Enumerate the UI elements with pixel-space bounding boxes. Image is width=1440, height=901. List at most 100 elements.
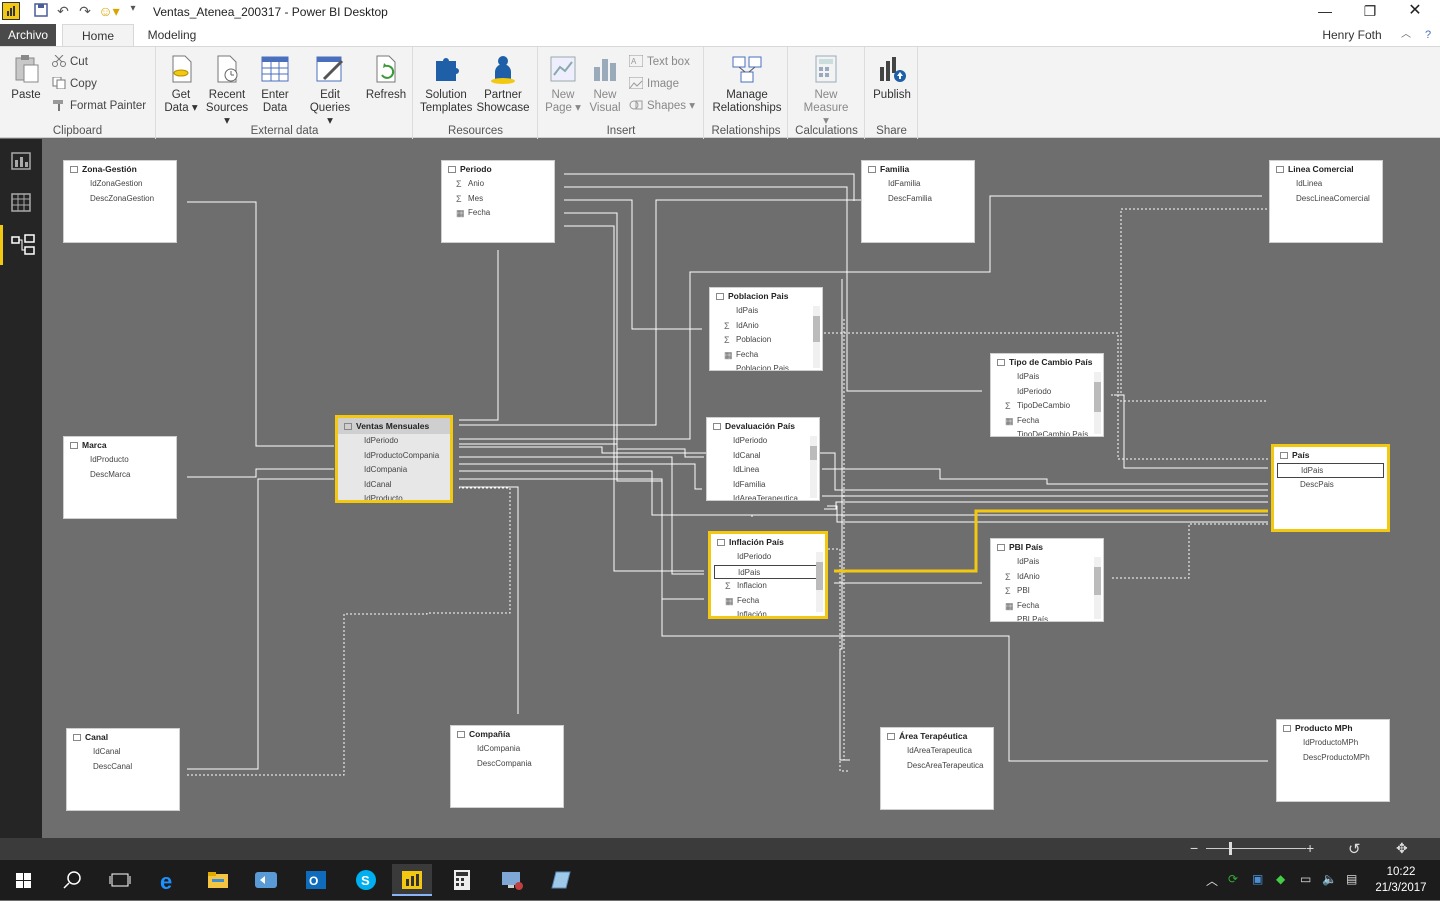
table-field[interactable]: IdCanal [707,449,819,464]
table-scrollbar[interactable] [810,436,817,498]
tray-app-icon[interactable]: ◆ [1276,872,1285,886]
table-field[interactable]: DescMarca [64,468,176,483]
table-inflacion-pais[interactable]: Inflación País IdPeriodo IdPais Σ Inflaci… [708,531,828,619]
help-icon[interactable]: ? [1420,24,1436,46]
table-field[interactable]: IdCanal [67,745,179,760]
reset-layout-icon[interactable]: ↺ [1348,840,1366,858]
minimize-button[interactable]: — [1302,0,1348,24]
table-scrollbar[interactable] [816,552,823,612]
redo-icon[interactable]: ↷ [76,3,94,21]
powerbi-taskbar-icon[interactable] [392,864,432,896]
new-page-button[interactable]: New Page ▾ [543,53,583,115]
table-field[interactable]: IdAreaTerapeutica [707,492,819,500]
table-field[interactable]: Poblacion Pais [710,362,822,370]
remote-app-icon[interactable] [246,864,286,896]
table-scrollbar[interactable] [1094,372,1101,434]
tab-modeling[interactable]: Modeling [140,24,204,46]
copy-button[interactable]: Copy [52,75,97,93]
table-periodo[interactable]: Periodo Σ Anio Σ Mes ▦ Fecha [441,160,555,243]
new-measure-button[interactable]: New Measure ▾ [801,53,851,128]
table-field-selected[interactable]: IdPais [1277,463,1384,478]
table-poblacion-pais[interactable]: Poblacion Pais IdPais Σ IdAnio Σ Poblacion… [709,287,823,371]
table-field-selected[interactable]: IdPais [714,564,822,579]
table-tipo-de-cambio-pais[interactable]: Tipo de Cambio País IdPais IdPeriodo Σ Ti… [990,353,1104,437]
notepad-app-icon[interactable] [540,864,580,896]
partner-showcase-button[interactable]: Partner Showcase [476,53,530,115]
table-field[interactable]: IdPais [710,304,822,319]
table-field[interactable]: IdPeriodo [991,385,1103,400]
table-field[interactable]: TipoDeCambio País [991,428,1103,436]
smiley-feedback-icon[interactable]: ☺▾ [98,3,120,21]
table-field[interactable]: IdCompania [338,463,450,478]
table-field[interactable]: Σ PBI [991,584,1103,599]
fit-to-screen-icon[interactable]: ✥ [1396,840,1414,857]
tray-sync-icon[interactable]: ⟳ [1228,872,1238,886]
table-field[interactable]: DescZonaGestion [64,192,176,207]
task-view-icon[interactable] [100,864,140,896]
table-field[interactable]: IdZonaGestion [64,177,176,192]
table-field[interactable]: DescCanal [67,760,179,775]
table-field[interactable]: IdPeriodo [338,434,450,449]
table-field[interactable]: DescProductoMPh [1277,751,1389,766]
table-field[interactable]: DescAreaTerapeutica [881,759,993,774]
edge-browser-icon[interactable]: e [150,864,190,896]
table-field[interactable]: ▦ Fecha [711,594,825,609]
table-scrollbar[interactable] [1094,557,1101,619]
format-painter-button[interactable]: Format Painter [52,97,146,115]
windows-start-icon[interactable] [4,864,44,896]
tab-home[interactable]: Home [62,24,134,47]
table-field[interactable]: IdPeriodo [707,434,819,449]
refresh-button[interactable]: Refresh [363,53,409,102]
recent-sources-button[interactable]: Recent Sources ▾ [203,53,251,128]
image-button[interactable]: Image [628,75,679,93]
enter-data-button[interactable]: Enter Data [255,53,295,115]
table-field[interactable]: ▦ Fecha [991,599,1103,614]
table-field[interactable]: IdProducto [338,492,450,500]
table-field[interactable]: IdAreaTerapeutica [881,744,993,759]
table-compania[interactable]: Compañía IdCompania DescCompania [450,725,564,808]
tray-outlook-icon[interactable]: ▣ [1252,872,1263,886]
action-center-icon[interactable]: ▤ [1346,872,1357,886]
clock[interactable]: 10:22 21/3/2017 [1370,864,1432,896]
table-linea-comercial[interactable]: Linea Comercial IdLinea DescLineaComerci… [1269,160,1383,243]
customize-qat-icon[interactable]: ▾ [126,3,140,21]
table-field[interactable]: DescFamilia [862,192,974,207]
table-field[interactable]: ▦ Fecha [442,206,554,221]
zoom-slider[interactable] [1206,848,1306,849]
report-view-icon[interactable] [0,141,42,181]
table-field[interactable]: DescLineaComercial [1270,192,1382,207]
table-field[interactable]: Σ Inflacion [711,579,825,594]
table-field[interactable]: Σ Poblacion [710,333,822,348]
table-field[interactable]: DescCompania [451,757,563,772]
solution-templates-button[interactable]: Solution Templates [420,53,472,115]
table-field[interactable]: IdPeriodo [711,550,825,565]
paste-button[interactable]: Paste [6,53,46,102]
table-ventas-mensuales[interactable]: Ventas Mensuales IdPeriodo IdProductoCom… [335,415,453,503]
table-pbi-pais[interactable]: PBI País IdPais Σ IdAnio Σ PBI ▦ Fecha PBI … [990,538,1104,622]
table-field[interactable]: DescPais [1274,478,1387,493]
cut-button[interactable]: Cut [52,53,88,71]
user-name[interactable]: Henry Foth [1312,24,1392,46]
publish-button[interactable]: Publish [868,53,916,102]
get-data-button[interactable]: Get Data ▾ [161,53,201,115]
search-icon[interactable] [52,864,92,896]
calculator-taskbar-icon[interactable] [442,864,482,896]
tray-chevron-icon[interactable]: ︿ [1206,872,1218,889]
tab-archivo[interactable]: Archivo [0,24,56,46]
table-field[interactable]: IdProducto [64,453,176,468]
table-zona-gestion[interactable]: Zona-Gestión IdZonaGestion DescZonaGesti… [63,160,177,243]
table-devaluacion-pais[interactable]: Devaluación País IdPeriodo IdCanal IdLin… [706,417,820,501]
zoom-out-icon[interactable]: − [1190,840,1204,856]
outlook-icon[interactable]: O [296,864,336,896]
table-field[interactable]: IdProductoCompania [338,449,450,464]
table-field[interactable]: Σ TipoDeCambio [991,399,1103,414]
text-box-button[interactable]: A Text box [628,53,690,71]
data-view-icon[interactable] [0,183,42,223]
table-familia[interactable]: Familia IdFamilia DescFamilia [861,160,975,243]
zoom-slider-thumb[interactable] [1229,842,1232,855]
table-producto-mph[interactable]: Producto MPh IdProductoMPh DescProductoM… [1276,719,1390,802]
table-field[interactable]: IdCompania [451,742,563,757]
relationships-view-icon[interactable] [0,225,42,265]
table-area-terapeutica[interactable]: Área Terapéutica IdAreaTerapeutica DescA… [880,727,994,810]
new-visual-button[interactable]: New Visual [585,53,625,115]
